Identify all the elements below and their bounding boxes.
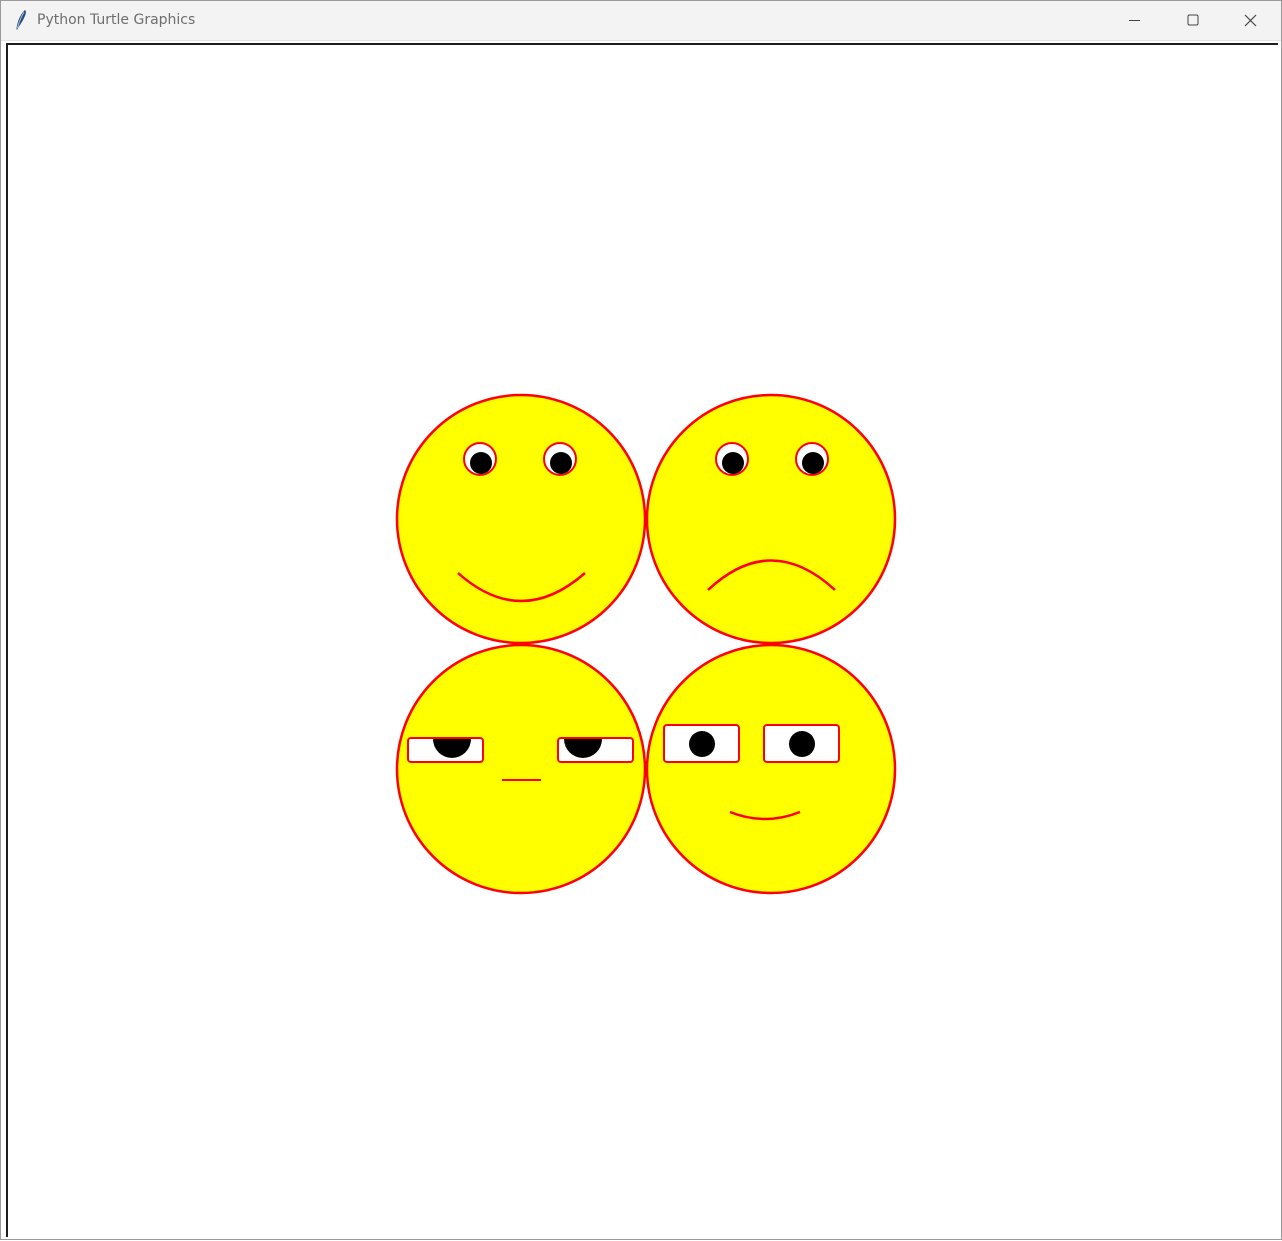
turtle-window: Python Turtle Graphics xyxy=(0,0,1282,1240)
left-pupil xyxy=(722,452,744,474)
drawing xyxy=(395,393,897,895)
sad-face xyxy=(645,393,897,645)
right-pupil xyxy=(802,452,824,474)
unamused-face xyxy=(395,643,647,895)
left-pupil xyxy=(470,452,492,474)
happy-face xyxy=(395,393,647,645)
right-pupil xyxy=(789,731,815,757)
turtle-canvas[interactable] xyxy=(6,43,1278,1237)
right-pupil xyxy=(550,452,572,474)
left-pupil xyxy=(689,731,715,757)
smirk-face xyxy=(645,643,897,895)
